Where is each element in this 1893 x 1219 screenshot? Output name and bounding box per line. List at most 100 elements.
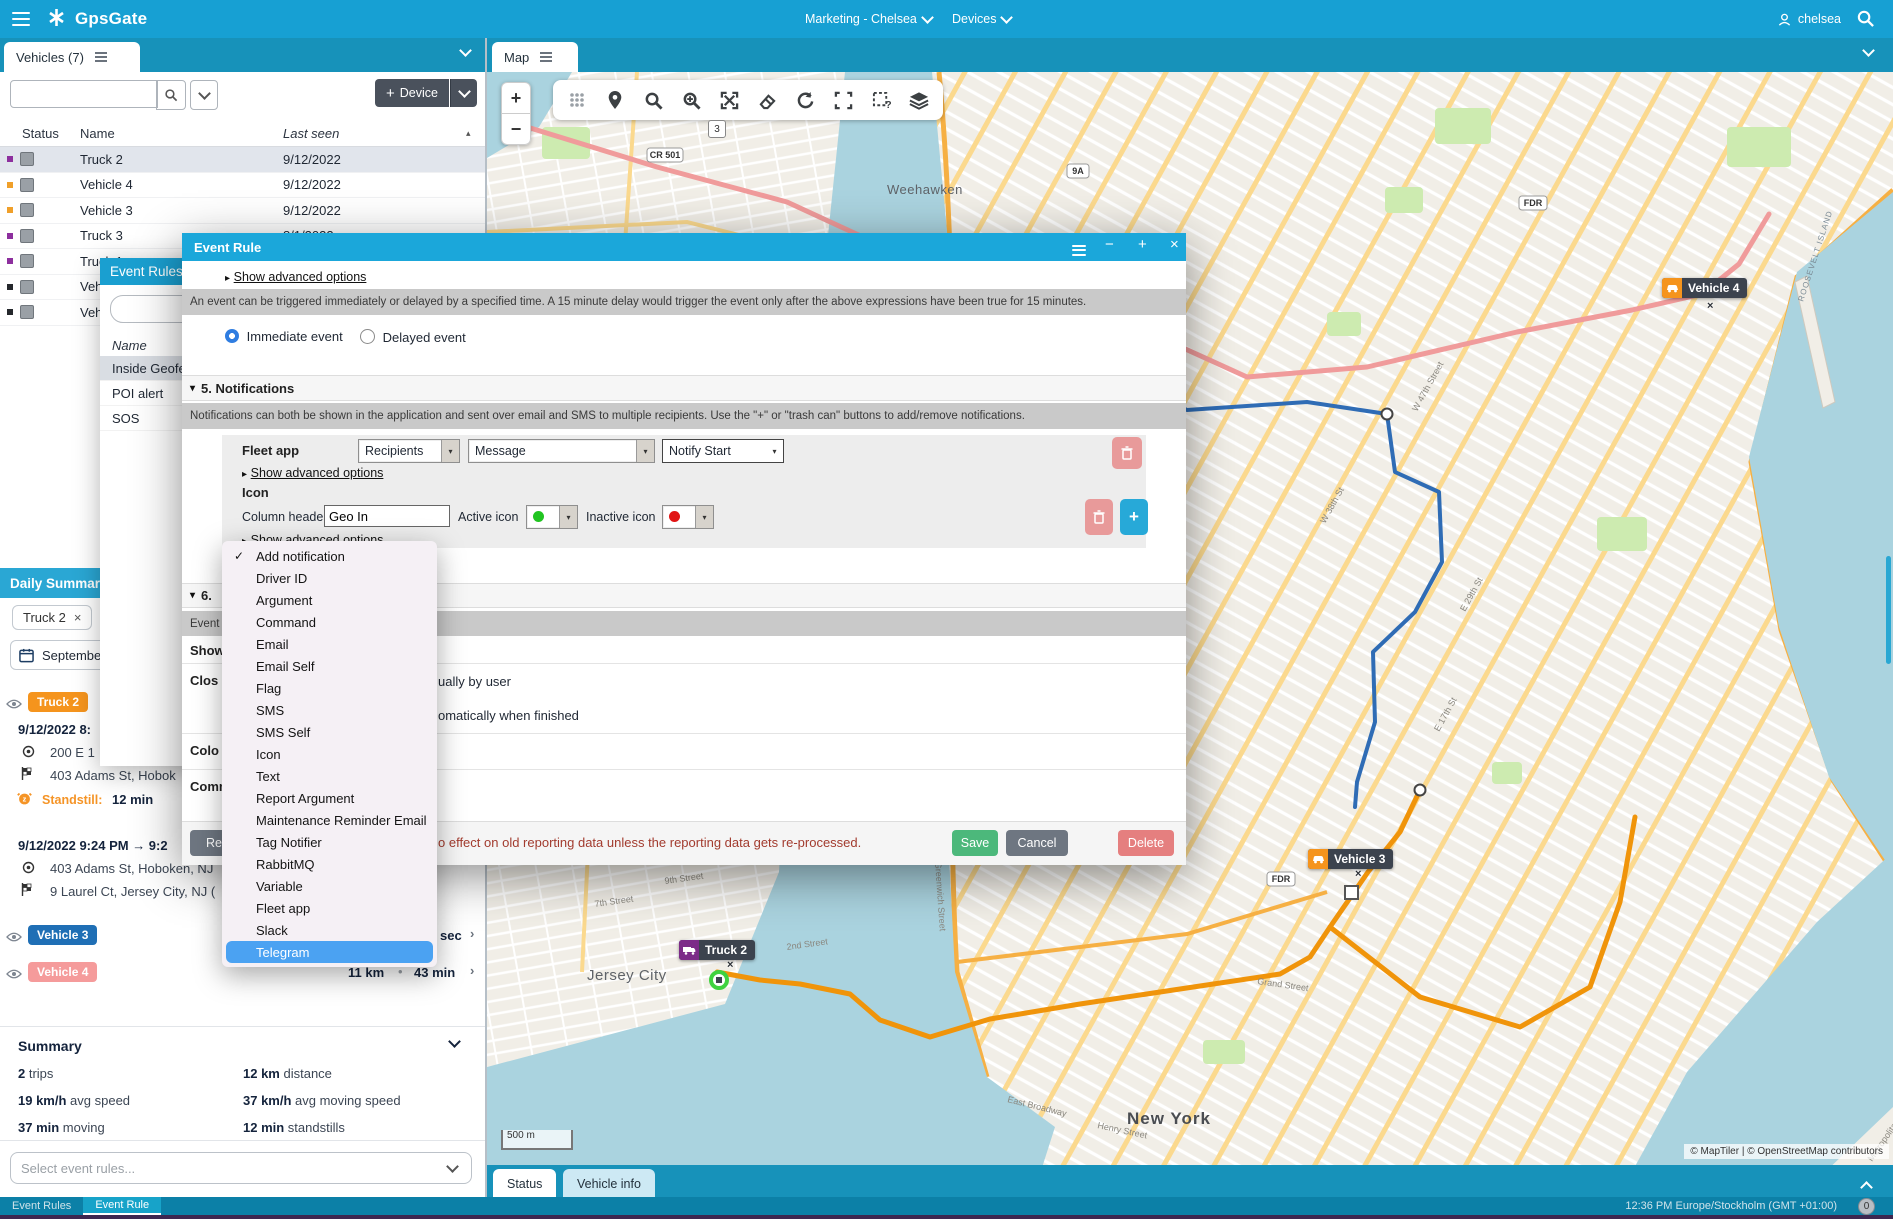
message-select[interactable]: Message▾ [468,439,655,463]
delayed-event-radio[interactable]: Delayed event [360,329,466,345]
select-region-help-icon[interactable]: ? [869,88,893,112]
close-option-1[interactable]: ually by user [438,674,511,689]
recipients-select[interactable]: Recipients▾ [358,439,460,463]
menu-item[interactable]: Icon [222,743,437,765]
menu-item[interactable]: Email [222,633,437,655]
save-button[interactable]: Save [952,830,998,856]
search-tool-icon[interactable] [641,88,665,112]
scrollbar-thumb[interactable] [1886,556,1891,664]
marker-vehicle4[interactable]: Vehicle 4 [1662,278,1747,298]
search-button[interactable] [156,80,186,110]
tab-vehicle-info[interactable]: Vehicle info [563,1169,655,1199]
column-name[interactable]: Name [80,126,115,141]
menu-item[interactable]: ✓Add notification [222,545,437,567]
chevron-right-icon[interactable]: › [470,926,474,941]
vehicle-badge-vehicle3[interactable]: Vehicle 3 [28,925,97,945]
marker-truck2[interactable]: Truck 2 [679,940,755,960]
table-row[interactable]: Vehicle 39/12/2022 [0,198,485,224]
search-options-button[interactable] [190,80,218,110]
menu-item[interactable]: Fleet app [222,897,437,919]
event-rules-select[interactable]: Select event rules... [10,1152,472,1184]
menu-item[interactable]: Driver ID [222,567,437,589]
table-row[interactable]: Truck 29/12/2022 [0,147,485,173]
marker-vehicle3[interactable]: Vehicle 3 [1308,849,1393,869]
zoom-area-icon[interactable] [679,88,703,112]
section-5-header[interactable]: ▾5. Notifications [182,375,1186,401]
notify-select[interactable]: Notify Start▾ [662,439,784,463]
taskbar-tab[interactable]: Event Rules [0,1197,83,1215]
eraser-icon[interactable] [755,88,779,112]
menu-item[interactable]: Argument [222,589,437,611]
tab-map[interactable]: Map [492,42,578,72]
vehicle-badge-vehicle4[interactable]: Vehicle 4 [28,962,97,982]
pin-tool-icon[interactable] [603,88,627,112]
collapse-summary-icon[interactable] [448,1035,461,1048]
chevron-right-icon[interactable]: › [470,963,474,978]
vehicle-badge-truck2[interactable]: Truck 2 [28,692,88,712]
menu-item[interactable]: Tag Notifier [222,831,437,853]
add-device-dropdown[interactable] [450,79,477,107]
tab-vehicles[interactable]: Vehicles (7) [4,42,140,72]
minimize-icon[interactable]: − [1105,237,1114,252]
delete-button[interactable]: Delete [1118,830,1174,856]
standstill-alarm-icon: z [17,791,32,809]
menu-item[interactable]: Telegram [226,941,433,963]
notification-count-badge[interactable]: 0 [1858,1198,1875,1215]
nav-context-dropdown[interactable]: Marketing - Chelsea [805,12,932,26]
column-header-input[interactable] [324,505,450,527]
vehicle-filter-chip[interactable]: Truck 2× [12,605,92,630]
add-device-button[interactable]: +Device [375,79,449,107]
expand-bottom-panel-icon[interactable] [1860,1181,1873,1194]
menu-item[interactable]: Maintenance Reminder Email [222,809,437,831]
layers-icon[interactable] [907,88,931,112]
eye-icon[interactable] [6,697,22,712]
taskbar-tab[interactable]: Event Rule [83,1197,161,1215]
close-icon[interactable]: × [1170,237,1179,252]
column-last-seen[interactable]: Last seen [283,126,339,141]
inactive-icon-select[interactable]: ▾ [662,505,714,529]
menu-item[interactable]: Text [222,765,437,787]
menu-item[interactable]: SMS [222,699,437,721]
drag-handle-icon[interactable] [565,88,589,112]
menu-item[interactable]: Command [222,611,437,633]
collapse-map-panel-icon[interactable] [1862,44,1875,57]
sort-asc-icon[interactable]: ▴ [466,128,471,139]
notification-advanced-link[interactable]: ▸ Show advanced options [242,465,383,480]
nav-devices-dropdown[interactable]: Devices [952,12,1011,26]
maximize-icon[interactable]: + [1138,237,1147,252]
fit-view-icon[interactable] [717,88,741,112]
tab-status[interactable]: Status [493,1169,556,1199]
fullscreen-icon[interactable] [831,88,855,112]
collapse-left-panel-icon[interactable] [459,44,472,57]
menu-item[interactable]: Slack [222,919,437,941]
eye-icon[interactable] [6,967,22,982]
event-rules-name-column[interactable]: Name [112,338,147,353]
delete-notification-button[interactable] [1112,437,1142,469]
immediate-event-radio[interactable]: Immediate event [225,329,343,344]
zoom-out-button[interactable]: − [501,114,531,145]
column-status[interactable]: Status [22,126,59,141]
table-row[interactable]: Vehicle 49/12/2022 [0,173,485,199]
delete-icon-notification-button[interactable] [1085,499,1113,535]
menu-icon[interactable] [12,8,30,30]
menu-item[interactable]: Flag [222,677,437,699]
search-icon[interactable] [1856,9,1875,31]
user-menu[interactable]: chelsea [1777,12,1841,27]
close-option-2[interactable]: omatically when finished [438,708,579,723]
menu-item[interactable]: Variable [222,875,437,897]
menu-item[interactable]: Report Argument [222,787,437,809]
undo-rotate-icon[interactable] [793,88,817,112]
close-icon[interactable]: × [74,610,82,625]
add-notification-button[interactable]: + [1120,499,1148,535]
modal-menu-icon[interactable] [1072,242,1086,258]
vehicle-search-input[interactable] [10,80,158,108]
zoom-in-button[interactable]: + [501,82,531,114]
menu-item[interactable]: RabbitMQ [222,853,437,875]
advanced-options-link[interactable]: ▸ Show advanced options [225,269,366,284]
eye-icon[interactable] [6,930,22,945]
menu-item[interactable]: SMS Self [222,721,437,743]
cancel-button[interactable]: Cancel [1006,830,1068,856]
modal-titlebar[interactable]: Event Rule [182,233,1186,261]
menu-item[interactable]: Email Self [222,655,437,677]
active-icon-select[interactable]: ▾ [526,505,578,529]
